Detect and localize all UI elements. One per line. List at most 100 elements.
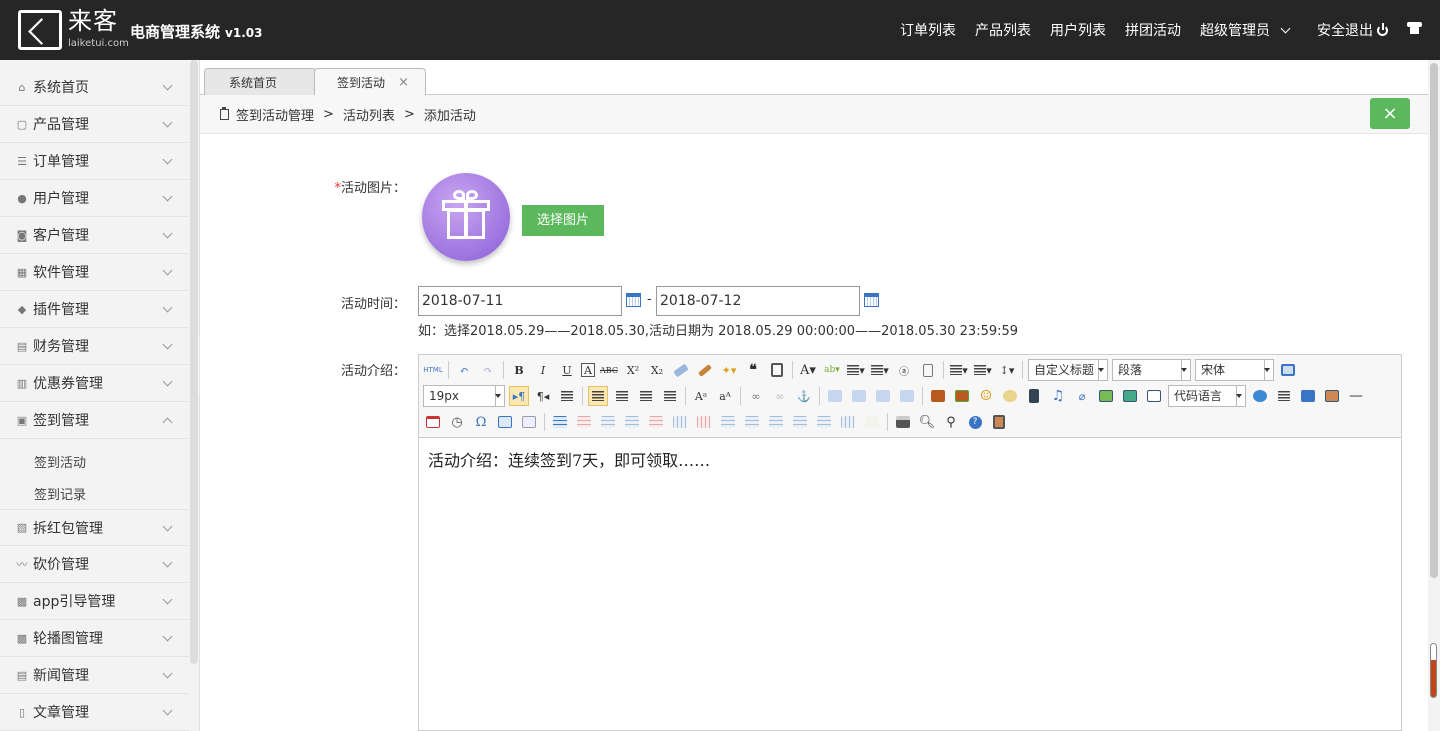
tab-checkin-activity[interactable]: 签到活动 × [314, 68, 426, 96]
nav-order-list[interactable]: 订单列表 [900, 20, 956, 40]
editor-content[interactable]: 活动介绍：连续签到7天，即可领取…… [428, 447, 710, 471]
insert-row-icon[interactable] [622, 412, 642, 432]
sidebar-item-carousel[interactable]: ▩ 轮播图管理 [0, 620, 189, 657]
lowercase-icon[interactable]: aᴬ [715, 386, 735, 406]
drafts-icon[interactable] [989, 412, 1009, 432]
breadcrumb-item[interactable]: 活动列表 [343, 105, 395, 124]
scrawl-icon[interactable] [1000, 386, 1020, 406]
row-spacing-top-icon[interactable]: ▾ [949, 360, 969, 380]
font-color-icon[interactable]: A▾ [798, 360, 818, 380]
paste-text-icon[interactable] [767, 360, 787, 380]
image-center-icon[interactable] [897, 386, 917, 406]
delete-col-icon[interactable] [694, 412, 714, 432]
special-chars-icon[interactable]: Ω [471, 412, 491, 432]
align-left-icon[interactable] [588, 386, 608, 406]
redo-icon[interactable]: ↷ [478, 360, 498, 380]
nav-group-buy[interactable]: 拼团活动 [1125, 20, 1181, 40]
scrollbar-thumb[interactable] [1430, 63, 1438, 578]
delete-table-icon[interactable] [574, 412, 594, 432]
custom-heading-select[interactable]: 自定义标题 [1028, 359, 1108, 381]
select-all-icon[interactable]: ⓐ [894, 360, 914, 380]
tab-home[interactable]: 系统首页 [204, 68, 316, 96]
link-icon[interactable]: ∞ [746, 386, 766, 406]
split-cols-icon[interactable] [838, 412, 858, 432]
date-icon[interactable] [423, 412, 443, 432]
format-brush-icon[interactable] [695, 360, 715, 380]
sidebar-item-finance[interactable]: ▤ 财务管理 [0, 328, 189, 365]
insert-paragraph-before-table-icon[interactable] [598, 412, 618, 432]
gmap-icon[interactable] [1120, 386, 1140, 406]
pagebreak-icon[interactable] [1274, 386, 1294, 406]
word-image-icon[interactable] [519, 412, 539, 432]
logout-button[interactable]: 安全退出 [1317, 20, 1388, 40]
sidebar-item-news[interactable]: ▤ 新闻管理 [0, 657, 189, 694]
insert-video-icon[interactable] [1024, 386, 1044, 406]
ltr-direction-icon[interactable]: ▸¶ [509, 386, 529, 406]
preview-zoom-icon[interactable]: 🔍︎ [917, 412, 937, 432]
delete-row-icon[interactable] [646, 412, 666, 432]
background-icon[interactable] [1322, 386, 1342, 406]
sidebar-item-coupons[interactable]: ▥ 优惠券管理 [0, 365, 189, 402]
sidebar-item-plugins[interactable]: ◆ 插件管理 [0, 291, 189, 328]
line-height-icon[interactable]: ↕▾ [997, 360, 1017, 380]
sidebar-item-checkin[interactable]: ▣ 签到管理 [0, 402, 189, 439]
chart-icon[interactable] [862, 412, 882, 432]
skin-button[interactable] [1407, 22, 1422, 38]
rtl-direction-icon[interactable]: ¶◂ [533, 386, 553, 406]
merge-right-icon[interactable] [742, 412, 762, 432]
font-family-select[interactable]: 宋体 [1195, 359, 1274, 381]
end-date-input[interactable]: 2018-07-12 [656, 286, 860, 316]
map-icon[interactable] [1096, 386, 1116, 406]
sidebar-subitem-checkin-activity[interactable]: 签到活动 [34, 452, 86, 471]
binoculars-icon[interactable]: ⚲ [941, 412, 961, 432]
insert-col-icon[interactable] [670, 412, 690, 432]
eraser-icon[interactable] [671, 360, 691, 380]
unordered-list-icon[interactable]: ▾ [870, 360, 890, 380]
attachment-icon[interactable]: ⌀ [1072, 386, 1092, 406]
insert-image-icon[interactable] [928, 386, 948, 406]
insert-frame-icon[interactable] [1144, 386, 1164, 406]
horizontal-rule-icon[interactable]: — [1346, 386, 1366, 406]
undo-icon[interactable]: ↶ [454, 360, 474, 380]
html-source-icon[interactable]: HTML [423, 360, 443, 380]
underline-icon[interactable]: U [557, 360, 577, 380]
help-icon[interactable]: ? [965, 412, 985, 432]
italic-icon[interactable]: I [533, 360, 553, 380]
anchor-icon[interactable]: ⚓ [794, 386, 814, 406]
align-center-icon[interactable] [612, 386, 632, 406]
admin-menu[interactable]: 超级管理员 [1200, 20, 1291, 40]
search-replace-icon[interactable] [495, 412, 515, 432]
strikethrough-icon[interactable]: ABC [599, 360, 619, 380]
sidebar-item-customers[interactable]: ◙ 客户管理 [0, 217, 189, 254]
sidebar-item-home[interactable]: ⌂ 系统首页 [0, 69, 189, 106]
print-icon[interactable] [893, 412, 913, 432]
start-date-input[interactable]: 2018-07-11 [418, 286, 622, 316]
insert-table-icon[interactable] [550, 412, 570, 432]
merge-down-icon[interactable] [766, 412, 786, 432]
multi-image-icon[interactable] [952, 386, 972, 406]
sidebar-scrollbar[interactable] [190, 60, 198, 664]
unlink-icon[interactable]: ∞ [770, 386, 790, 406]
superscript-icon[interactable]: X² [623, 360, 643, 380]
breadcrumb-item[interactable]: 签到活动管理 [236, 105, 314, 124]
bold-icon[interactable]: B [509, 360, 529, 380]
indent-icon[interactable] [557, 386, 577, 406]
sidebar-item-users[interactable]: ● 用户管理 [0, 180, 189, 217]
font-border-icon[interactable]: A [581, 363, 595, 377]
align-right-icon[interactable] [636, 386, 656, 406]
sidebar-subitem-checkin-records[interactable]: 签到记录 [34, 484, 86, 503]
split-cells-icon[interactable] [790, 412, 810, 432]
highlight-color-icon[interactable]: ab▾ [822, 360, 842, 380]
merge-cells-icon[interactable] [718, 412, 738, 432]
subscript-icon[interactable]: X₂ [647, 360, 667, 380]
uppercase-icon[interactable]: Aᵃ [691, 386, 711, 406]
row-spacing-bottom-icon[interactable]: ▾ [973, 360, 993, 380]
sidebar-item-products[interactable]: ▢ 产品管理 [0, 106, 189, 143]
time-icon[interactable]: ◷ [447, 412, 467, 432]
close-icon[interactable]: × [398, 75, 409, 90]
sidebar-item-bargain[interactable]: 〰砍价管理 [0, 546, 189, 583]
blockquote-icon[interactable]: ❝ [743, 360, 763, 380]
webapp-icon[interactable] [1250, 386, 1270, 406]
calendar-icon[interactable] [626, 293, 641, 307]
sidebar-item-software[interactable]: ▦ 软件管理 [0, 254, 189, 291]
